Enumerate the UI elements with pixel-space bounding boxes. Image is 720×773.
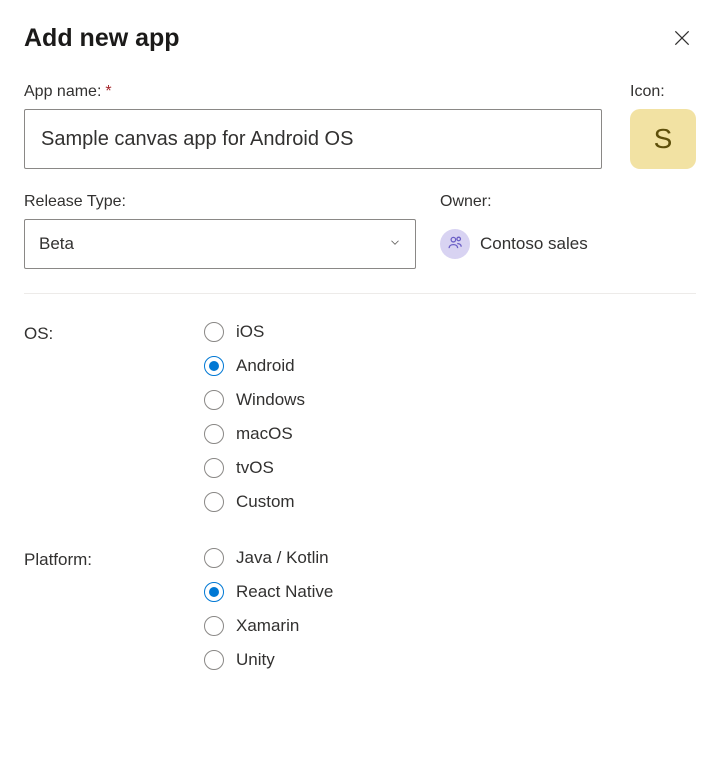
radio-label: iOS — [236, 322, 264, 342]
radio-dot — [209, 361, 219, 371]
radio-circle — [204, 650, 224, 670]
release-type-value: Beta — [39, 234, 74, 254]
os-radio-list: iOS Android Windows macOS tvOS Custom — [204, 322, 305, 512]
radio-circle — [204, 356, 224, 376]
radio-circle — [204, 616, 224, 636]
radio-circle — [204, 582, 224, 602]
owner-display[interactable]: Contoso sales — [440, 219, 696, 269]
divider — [24, 293, 696, 294]
os-radio-custom[interactable]: Custom — [204, 492, 305, 512]
radio-label: Windows — [236, 390, 305, 410]
radio-circle — [204, 322, 224, 342]
app-icon-letter: S — [654, 123, 673, 155]
radio-label: React Native — [236, 582, 333, 602]
release-type-select[interactable]: Beta — [24, 219, 416, 269]
release-type-label: Release Type: — [24, 193, 416, 211]
people-icon — [447, 234, 464, 254]
radio-label: tvOS — [236, 458, 274, 478]
owner-name: Contoso sales — [480, 234, 588, 254]
radio-label: Custom — [236, 492, 295, 512]
radio-label: macOS — [236, 424, 293, 444]
close-button[interactable] — [668, 24, 696, 55]
platform-radio-unity[interactable]: Unity — [204, 650, 333, 670]
os-radio-tvos[interactable]: tvOS — [204, 458, 305, 478]
radio-dot — [209, 587, 219, 597]
radio-label: Android — [236, 356, 295, 376]
platform-radio-list: Java / Kotlin React Native Xamarin Unity — [204, 548, 333, 670]
icon-label: Icon: — [630, 83, 696, 101]
os-radio-windows[interactable]: Windows — [204, 390, 305, 410]
owner-label: Owner: — [440, 193, 696, 211]
app-name-label-text: App name: — [24, 83, 101, 100]
radio-circle — [204, 424, 224, 444]
radio-label: Xamarin — [236, 616, 299, 636]
page-title: Add new app — [24, 24, 180, 53]
radio-circle — [204, 458, 224, 478]
app-name-label: App name:* — [24, 83, 602, 101]
platform-radio-xamarin[interactable]: Xamarin — [204, 616, 333, 636]
os-radio-ios[interactable]: iOS — [204, 322, 305, 342]
platform-section-label: Platform: — [24, 548, 204, 670]
platform-radio-react-native[interactable]: React Native — [204, 582, 333, 602]
radio-label: Unity — [236, 650, 275, 670]
owner-avatar — [440, 229, 470, 259]
os-radio-android[interactable]: Android — [204, 356, 305, 376]
radio-circle — [204, 492, 224, 512]
required-asterisk: * — [105, 83, 111, 100]
radio-circle — [204, 390, 224, 410]
platform-radio-java-kotlin[interactable]: Java / Kotlin — [204, 548, 333, 568]
radio-label: Java / Kotlin — [236, 548, 329, 568]
app-icon-tile[interactable]: S — [630, 109, 696, 169]
os-radio-macos[interactable]: macOS — [204, 424, 305, 444]
radio-circle — [204, 548, 224, 568]
os-section-label: OS: — [24, 322, 204, 512]
close-icon — [672, 28, 692, 51]
app-name-input[interactable] — [24, 109, 602, 169]
